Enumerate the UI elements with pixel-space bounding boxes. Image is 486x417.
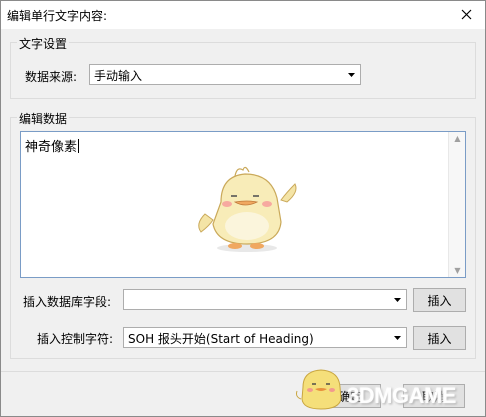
chevron-down-icon[interactable] xyxy=(343,65,360,84)
title-bar: 编辑单行文字内容: xyxy=(1,1,485,29)
insert-control-char-button[interactable]: 插入 xyxy=(413,326,466,350)
footer-divider xyxy=(1,371,485,372)
editor-scrollbar[interactable]: ▲ ▼ xyxy=(448,132,465,277)
window-title: 编辑单行文字内容: xyxy=(7,9,108,23)
source-label: 数据来源: xyxy=(25,70,78,84)
text-settings-label: 文字设置 xyxy=(17,35,70,52)
control-char-select-value: SOH 报头开始(Start of Heading) xyxy=(128,332,314,346)
insert-control-char-label: 插入控制字符: xyxy=(37,332,114,346)
source-select[interactable]: 手动输入 xyxy=(89,64,361,85)
editor-content: 神奇像素 xyxy=(25,139,80,155)
control-char-select[interactable]: SOH 报头开始(Start of Heading) xyxy=(123,327,407,348)
watermark-text: 3DMGAME xyxy=(347,383,456,408)
db-field-select[interactable] xyxy=(123,289,407,310)
edit-data-label: 编辑数据 xyxy=(17,110,70,127)
insert-db-field-button[interactable]: 插入 xyxy=(413,288,466,312)
scroll-down-icon[interactable]: ▼ xyxy=(449,266,466,275)
chevron-down-icon[interactable] xyxy=(389,290,406,309)
close-button[interactable] xyxy=(453,3,479,25)
chevron-down-icon[interactable] xyxy=(389,328,406,347)
watermark-mascot-logo xyxy=(296,369,342,410)
close-icon xyxy=(461,9,471,19)
scroll-up-icon[interactable]: ▲ xyxy=(449,134,466,143)
source-select-value: 手动输入 xyxy=(94,69,143,83)
insert-db-field-label: 插入数据库字段: xyxy=(23,295,112,309)
mascot-illustration xyxy=(198,166,297,252)
dialog-window: 编辑单行文字内容: 文字设置 数据来源: 手动输入 编辑数据 神奇像素 ▲ ▼ … xyxy=(0,0,486,417)
text-editor[interactable]: 神奇像素 ▲ ▼ xyxy=(20,131,466,278)
